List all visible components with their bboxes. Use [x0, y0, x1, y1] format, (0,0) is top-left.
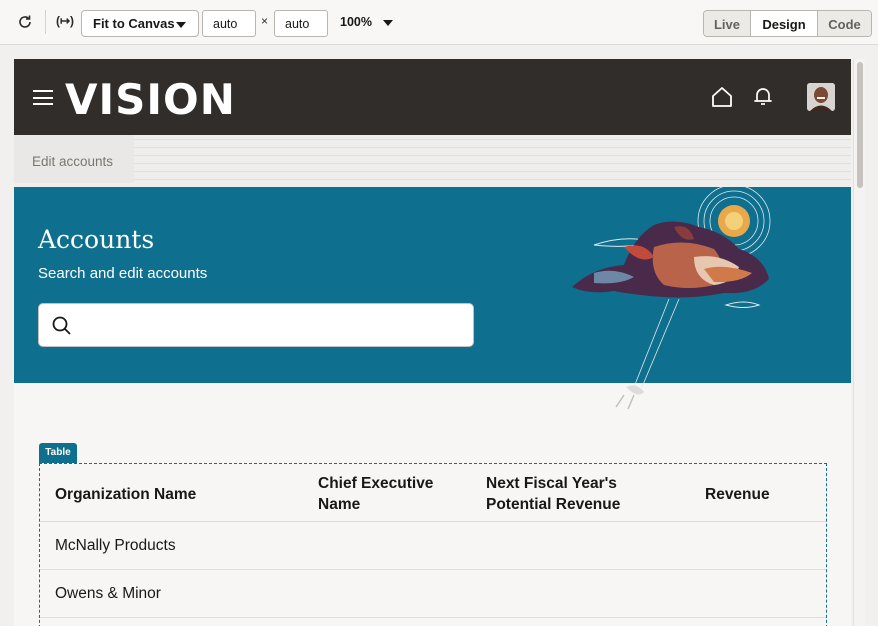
- canvas-height-input[interactable]: auto: [274, 10, 328, 37]
- breadcrumb-band: Edit accounts: [14, 135, 851, 187]
- page-subtitle: Search and edit accounts: [38, 265, 208, 282]
- search-icon: [52, 316, 71, 335]
- table-component-tag[interactable]: Table: [39, 443, 77, 463]
- organization-name-cell: McNally Products: [55, 537, 176, 554]
- fit-width-icon[interactable]: (↦): [56, 14, 74, 28]
- design-canvas: VISION Edit accounts Accounts Search and…: [14, 59, 851, 626]
- scrollbar-thumb[interactable]: [857, 62, 863, 188]
- column-header-organization-name[interactable]: Organization Name: [55, 484, 196, 505]
- toolbar-divider: [45, 10, 46, 34]
- mode-switcher: Live Design Code: [703, 10, 872, 37]
- brand-logo: VISION: [65, 75, 236, 124]
- mode-live-button[interactable]: Live: [704, 11, 751, 36]
- search-input[interactable]: [38, 303, 474, 347]
- zoom-chevron-down-icon[interactable]: [383, 20, 393, 26]
- accounts-table: Organization Name Chief Executive Name N…: [39, 463, 827, 626]
- breadcrumb[interactable]: Edit accounts: [14, 135, 134, 183]
- hamburger-menu-icon[interactable]: [33, 90, 53, 105]
- mode-code-button[interactable]: Code: [818, 11, 871, 36]
- page-title: Accounts: [38, 225, 155, 254]
- bell-icon[interactable]: [752, 85, 774, 107]
- hero-illustration: [572, 187, 771, 410]
- app-header: VISION: [14, 59, 851, 135]
- table-row[interactable]: McNally Products: [40, 522, 826, 570]
- fit-to-canvas-select[interactable]: Fit to Canvas: [81, 10, 199, 37]
- table-row[interactable]: Owens & Minor: [40, 570, 826, 618]
- organization-name-cell: Owens & Minor: [55, 585, 161, 602]
- canvas-scrollbar[interactable]: [853, 59, 865, 626]
- times-symbol: ×: [261, 14, 269, 28]
- fit-to-canvas-label: Fit to Canvas: [93, 16, 175, 31]
- designer-toolbar: (↦) Fit to Canvas auto × auto 100% Live …: [0, 0, 878, 45]
- column-header-chief-executive-name[interactable]: Chief Executive Name: [318, 473, 458, 515]
- canvas-width-input[interactable]: auto: [202, 10, 256, 37]
- column-header-next-fy-potential-revenue[interactable]: Next Fiscal Year's Potential Revenue: [486, 473, 636, 515]
- refresh-icon[interactable]: [16, 13, 34, 31]
- table-header-row: Organization Name Chief Executive Name N…: [40, 464, 826, 522]
- user-avatar[interactable]: [807, 83, 835, 111]
- zoom-level[interactable]: 100%: [340, 15, 372, 29]
- mode-design-button[interactable]: Design: [751, 11, 818, 36]
- home-icon[interactable]: [711, 86, 733, 108]
- chevron-down-icon: [176, 22, 186, 28]
- column-header-revenue[interactable]: Revenue: [705, 484, 770, 505]
